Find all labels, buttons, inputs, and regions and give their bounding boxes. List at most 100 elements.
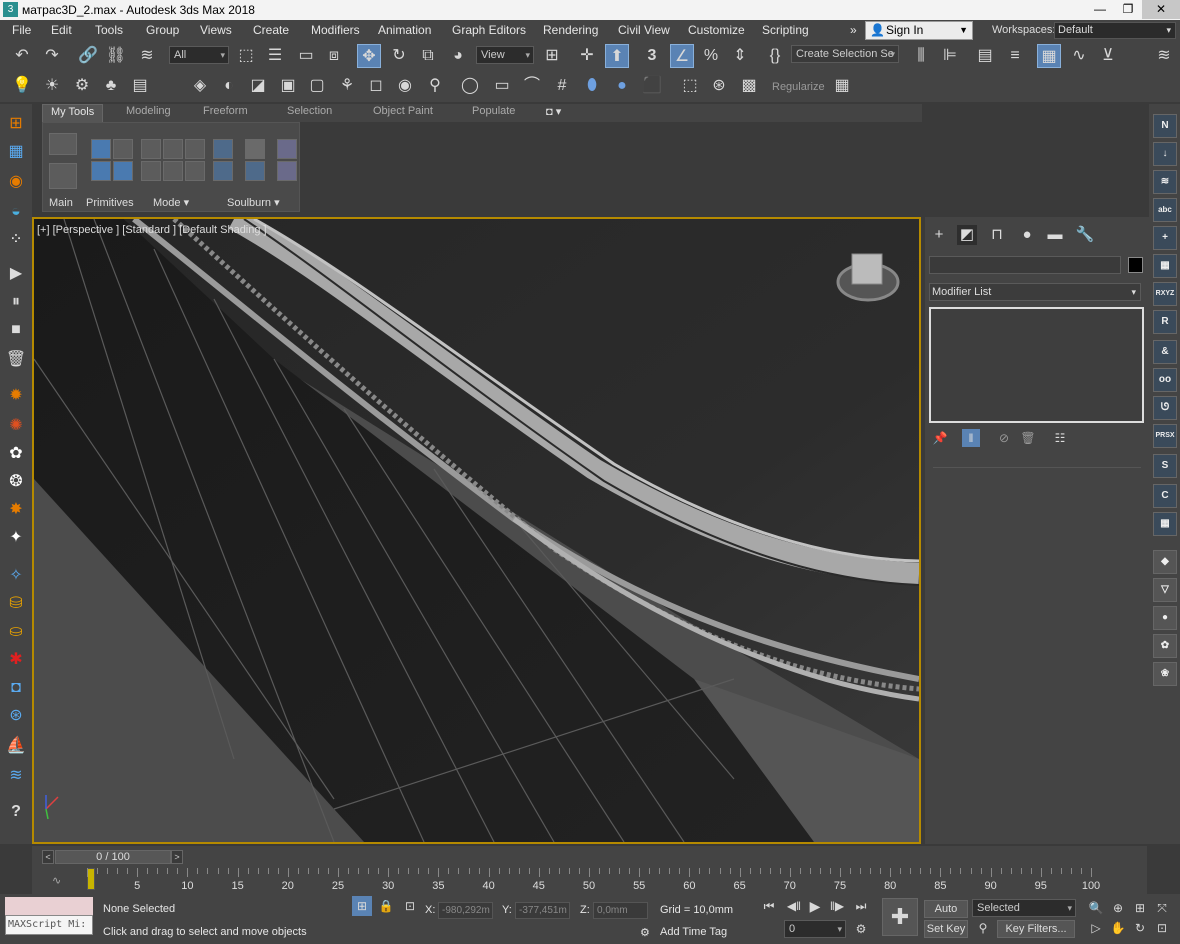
material-icon[interactable]: ◈ [188,74,212,98]
script-tool-icon-20[interactable]: ❀ [1153,662,1177,686]
timeline-track[interactable]: 5 10 15 20 25 30 35 40 45 50 55 60 65 70 75 80 85 90 95 100 [87,868,1147,892]
script-tool-icon-13[interactable]: S [1153,454,1177,478]
script-tool-icon-3[interactable]: ≋ [1153,170,1177,194]
menu-scripting[interactable]: Scripting [762,23,809,37]
key-filters-button[interactable]: Key Filters... [997,920,1075,938]
absolute-mode-icon[interactable]: ⊡ [400,896,420,916]
hierarchy-tab-icon[interactable]: ⊓ [987,225,1007,245]
script-tool-icon-8[interactable]: R [1153,310,1177,334]
script-tool-icon-9[interactable]: & [1153,340,1177,364]
maxscript-listener[interactable] [5,897,93,915]
plane-primitive-icon[interactable] [113,139,133,159]
soulburn-icon-6[interactable] [277,161,297,181]
script-tool-icon-4[interactable]: abc [1153,198,1177,222]
mode-icon-3[interactable] [185,139,205,159]
menu-overflow-icon[interactable]: » [850,23,857,37]
snaps-toggle-icon[interactable]: 3 [640,44,664,68]
play-animation-icon[interactable]: ▶ [806,896,824,916]
y-coordinate-field[interactable]: -377,451m [515,902,570,919]
box-primitive-icon[interactable] [91,139,111,159]
app-icon[interactable]: 3 [3,2,18,17]
go-to-end-icon[interactable]: ⏭ [852,896,870,916]
align-icon[interactable]: ⊫ [938,44,962,68]
menu-file[interactable]: File [12,23,31,37]
script-tool-icon-6[interactable]: ▦ [1153,254,1177,278]
ribbon-main-icon-1[interactable] [49,133,77,155]
zoom-icon[interactable]: 🔍 [1086,898,1106,918]
keyboard-shortcut-override-icon[interactable]: ⬆ [605,44,629,68]
object-color-swatch[interactable] [1128,257,1143,273]
menu-rendering[interactable]: Rendering [543,23,598,37]
time-config-icon[interactable]: ⚙ [852,919,870,939]
grid-tool-icon[interactable]: ▦ [4,140,28,164]
add-time-tag[interactable]: Add Time Tag [660,926,727,938]
play-icon[interactable]: ▶ [4,262,28,286]
menu-graph-editors[interactable]: Graph Editors [452,23,526,37]
soulburn-icon-5[interactable] [277,139,297,159]
go-to-start-icon[interactable]: ⏮ [760,896,778,916]
configure-sets-icon[interactable]: ☷ [1051,429,1069,447]
trash-icon[interactable]: 🗑 [4,348,28,372]
orbit-icon[interactable]: ↻ [1130,918,1150,938]
tree-icon[interactable]: ♣ [99,74,123,98]
make-unique-icon[interactable]: ⊘ [995,429,1013,447]
ribbon-group-soulburn[interactable]: Soulburn ▾ [227,196,280,209]
menu-customize[interactable]: Customize [688,23,745,37]
bind-spacewarp-icon[interactable]: ≋ [135,44,159,68]
menu-civil-view[interactable]: Civil View [618,23,670,37]
current-frame-field[interactable]: 0 [784,920,846,938]
orange-tool-icon[interactable]: ⊞ [4,112,28,136]
curve-editor-icon[interactable]: ∿ [1067,44,1091,68]
render-active-icon[interactable]: ▢ [305,74,329,98]
auto-key-button[interactable]: Auto Key [924,900,968,931]
viewport-label[interactable]: [+] [Perspective ] [Standard ] [Default … [37,224,267,236]
mode-icon-2[interactable] [163,139,183,159]
ribbon-main-icon-2[interactable] [49,163,77,189]
script-tool-icon-15[interactable]: ▦ [1153,512,1177,536]
isolate-selection-icon[interactable]: ⊞ [352,896,372,916]
selection-filter-dropdown[interactable]: All [169,46,229,64]
tab-freeform[interactable]: Freeform [203,105,248,117]
edit-named-selection-icon[interactable]: {} [763,44,787,68]
environment-icon[interactable]: ⚘ [335,74,359,98]
reference-coord-dropdown[interactable]: View [476,46,534,64]
menu-edit[interactable]: Edit [51,23,72,37]
maximize-viewport-icon[interactable]: ⊡ [1152,918,1172,938]
script-tool-icon-16[interactable]: ◆ [1153,550,1177,574]
create-tab-icon[interactable]: + [929,225,949,245]
select-and-scale-icon[interactable]: ⧉ [416,44,440,68]
fireball-icon[interactable]: ✸ [4,498,28,522]
pan-icon[interactable]: ✋ [1108,918,1128,938]
script-tool-icon-1[interactable]: N [1153,114,1177,138]
soulburn-icon-3[interactable] [245,139,265,159]
render-frame-icon[interactable]: ◪ [246,74,270,98]
mode-icon-6[interactable] [185,161,205,181]
zoom-extents-icon[interactable]: ⊞ [1130,898,1150,918]
select-and-place-icon[interactable]: ◕ [446,44,470,68]
render-icon[interactable]: ▣ [276,74,300,98]
select-and-move-icon[interactable]: ✥ [357,44,381,68]
wave-icon[interactable]: ⊛ [4,704,28,728]
pivot-center-icon[interactable]: ⊞ [540,44,564,68]
circle-shape-icon[interactable]: ◯ [458,74,482,98]
script-tool-icon-2[interactable]: ↓ [1153,142,1177,166]
vortex-icon[interactable]: ❂ [4,470,28,494]
frame-icon[interactable]: ◻ [364,74,388,98]
set-key-button[interactable]: Set Key [924,920,968,938]
script-tool-icon-18[interactable]: ● [1153,606,1177,630]
script-tool-icon-14[interactable]: C [1153,484,1177,508]
minimize-button[interactable]: — [1086,0,1114,19]
workspaces-dropdown[interactable]: Default ▾ [1054,22,1176,39]
ribbon-group-primitives[interactable]: Primitives [86,197,134,209]
cylinder-primitive-icon[interactable] [113,161,133,181]
render-setup-icon[interactable]: ◐ [217,74,241,98]
menu-tools[interactable]: Tools [95,23,123,37]
select-and-rotate-icon[interactable]: ↻ [387,44,411,68]
ship-icon[interactable]: ⛵ [4,734,28,758]
list-icon[interactable]: ▤ [128,74,152,98]
schematic-view-icon[interactable]: ⊻ [1096,44,1120,68]
water-icon[interactable]: ◒ [4,200,28,224]
zoom-all-icon[interactable]: ⊕ [1108,898,1128,918]
time-slider-prev[interactable]: < [42,850,54,864]
particles-icon[interactable]: ⁘ [4,228,28,252]
